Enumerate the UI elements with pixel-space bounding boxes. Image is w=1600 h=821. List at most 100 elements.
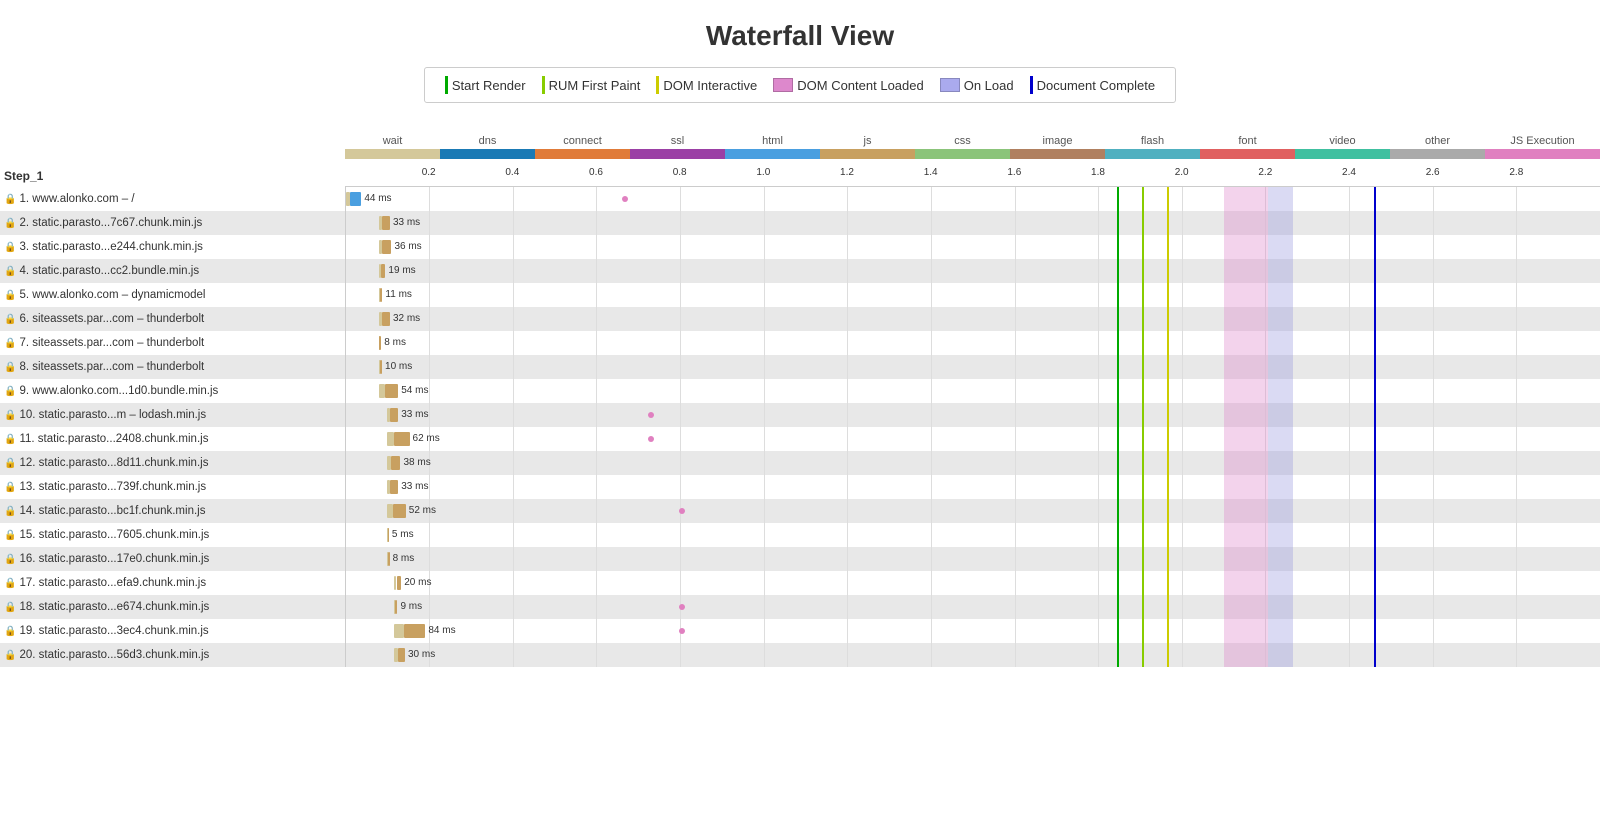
resource-name[interactable]: 🔒14. static.parasto...bc1f.chunk.min.js <box>0 499 345 523</box>
grid-line <box>513 427 514 451</box>
resource-name[interactable]: 🔒8. siteassets.par...com – thunderbolt <box>0 355 345 379</box>
resource-name[interactable]: 🔒20. static.parasto...56d3.chunk.min.js <box>0 643 345 667</box>
timeline-tick-2.8: 2.8 <box>1509 167 1523 178</box>
resource-name[interactable]: 🔒18. static.parasto...e674.chunk.min.js <box>0 595 345 619</box>
grid-line <box>1015 379 1016 403</box>
grid-line <box>513 475 514 499</box>
grid-line <box>931 571 932 595</box>
grid-line <box>847 643 848 667</box>
grid-line <box>1098 547 1099 571</box>
resource-num: 6. <box>19 313 32 325</box>
grid-line <box>680 259 681 283</box>
waterfall-bar-cell: 19 ms <box>345 259 1600 283</box>
resource-name[interactable]: 🔒12. static.parasto...8d11.chunk.min.js <box>0 451 345 475</box>
resource-url: siteassets.par...com – thunderbolt <box>32 337 204 349</box>
legend-box-icon <box>773 78 793 92</box>
grid-line <box>1015 307 1016 331</box>
grid-line <box>596 475 597 499</box>
start-render-line <box>1117 523 1119 547</box>
lock-icon: 🔒 <box>4 218 16 229</box>
ms-label: 54 ms <box>401 384 428 398</box>
start-render-line <box>1117 547 1119 571</box>
grid-line <box>931 211 932 235</box>
resource-name[interactable]: 🔒2. static.parasto...7c67.chunk.min.js <box>0 211 345 235</box>
ms-label: 20 ms <box>404 576 431 590</box>
dom-content-loaded-band <box>1224 187 1268 211</box>
grid-line <box>1349 235 1350 259</box>
dom-interactive-line <box>1167 499 1169 523</box>
grid-line <box>1433 379 1434 403</box>
timeline-tick-1: 1.0 <box>756 167 770 178</box>
grid-line <box>1349 523 1350 547</box>
grid-line <box>680 283 681 307</box>
resource-num: 9. <box>19 385 32 397</box>
legend-line-icon <box>1030 76 1033 94</box>
resource-name[interactable]: 🔒6. siteassets.par...com – thunderbolt <box>0 307 345 331</box>
type-labels-row: waitdnsconnectsslhtmljscssimageflashfont… <box>0 131 1600 149</box>
grid-line <box>764 547 765 571</box>
grid-line <box>764 619 765 643</box>
resource-name[interactable]: 🔒17. static.parasto...efa9.chunk.min.js <box>0 571 345 595</box>
swatch-dns <box>440 149 535 159</box>
resource-name[interactable]: 🔒4. static.parasto...cc2.bundle.min.js <box>0 259 345 283</box>
grid-line <box>1098 355 1099 379</box>
js-execution-dot <box>679 628 685 634</box>
on-load-band <box>1268 379 1293 403</box>
grid-line <box>1516 355 1517 379</box>
waterfall-bar-cell: 32 ms <box>345 307 1600 331</box>
grid-line <box>1516 307 1517 331</box>
grid-line <box>931 595 932 619</box>
resource-name[interactable]: 🔒16. static.parasto...17e0.chunk.min.js <box>0 547 345 571</box>
on-load-band <box>1268 475 1293 499</box>
grid-line <box>1516 643 1517 667</box>
table-row: 🔒9. www.alonko.com...1d0.bundle.min.js 54… <box>0 379 1600 403</box>
resource-num: 4. <box>19 265 32 277</box>
start-render-line <box>1117 283 1119 307</box>
grid-line <box>1182 451 1183 475</box>
grid-line <box>764 643 765 667</box>
grid-line <box>764 403 765 427</box>
resource-name[interactable]: 🔒10. static.parasto...m – lodash.min.js <box>0 403 345 427</box>
resource-name[interactable]: 🔒15. static.parasto...7605.chunk.min.js <box>0 523 345 547</box>
grid-line <box>931 547 932 571</box>
grid-line <box>596 571 597 595</box>
waterfall-container[interactable]: waitdnsconnectsslhtmljscssimageflashfont… <box>0 123 1600 667</box>
on-load-band <box>1268 235 1293 259</box>
on-load-band <box>1268 307 1293 331</box>
resource-url: www.alonko.com...1d0.bundle.min.js <box>32 385 218 397</box>
resource-name[interactable]: 🔒7. siteassets.par...com – thunderbolt <box>0 331 345 355</box>
grid-line <box>429 331 430 355</box>
dom-content-loaded-band <box>1224 403 1268 427</box>
grid-line <box>429 259 430 283</box>
timeline-step-label: Step_1 <box>0 165 345 187</box>
grid-line <box>1098 187 1099 211</box>
resource-num: 13. <box>19 481 38 493</box>
start-render-line <box>1117 427 1119 451</box>
type-labels-cell: waitdnsconnectsslhtmljscssimageflashfont… <box>345 131 1600 149</box>
dom-content-loaded-band <box>1224 499 1268 523</box>
grid-line <box>513 523 514 547</box>
resource-name[interactable]: 🔒11. static.parasto...2408.chunk.min.js <box>0 427 345 451</box>
grid-line <box>1433 187 1434 211</box>
grid-line <box>1098 499 1099 523</box>
grid-line <box>764 379 765 403</box>
resource-name[interactable]: 🔒5. www.alonko.com – dynamicmodel <box>0 283 345 307</box>
table-row: 🔒10. static.parasto...m – lodash.min.js3… <box>0 403 1600 427</box>
grid-line <box>680 571 681 595</box>
resource-name[interactable]: 🔒9. www.alonko.com...1d0.bundle.min.js <box>0 379 345 403</box>
resource-name[interactable]: 🔒3. static.parasto...e244.chunk.min.js <box>0 235 345 259</box>
resource-name[interactable]: 🔒1. www.alonko.com – / <box>0 187 345 211</box>
resource-name[interactable]: 🔒13. static.parasto...739f.chunk.min.js <box>0 475 345 499</box>
resource-name[interactable]: 🔒19. static.parasto...3ec4.chunk.min.js <box>0 619 345 643</box>
table-row: 🔒16. static.parasto...17e0.chunk.min.js8… <box>0 547 1600 571</box>
bar-main <box>395 600 397 614</box>
grid-line <box>513 403 514 427</box>
ms-label: 33 ms <box>393 216 420 230</box>
grid-line <box>931 403 932 427</box>
grid-line <box>1433 619 1434 643</box>
resource-num: 17. <box>19 577 38 589</box>
grid-line <box>847 355 848 379</box>
on-load-band <box>1268 283 1293 307</box>
grid-line <box>1516 499 1517 523</box>
dom-interactive-line <box>1167 283 1169 307</box>
